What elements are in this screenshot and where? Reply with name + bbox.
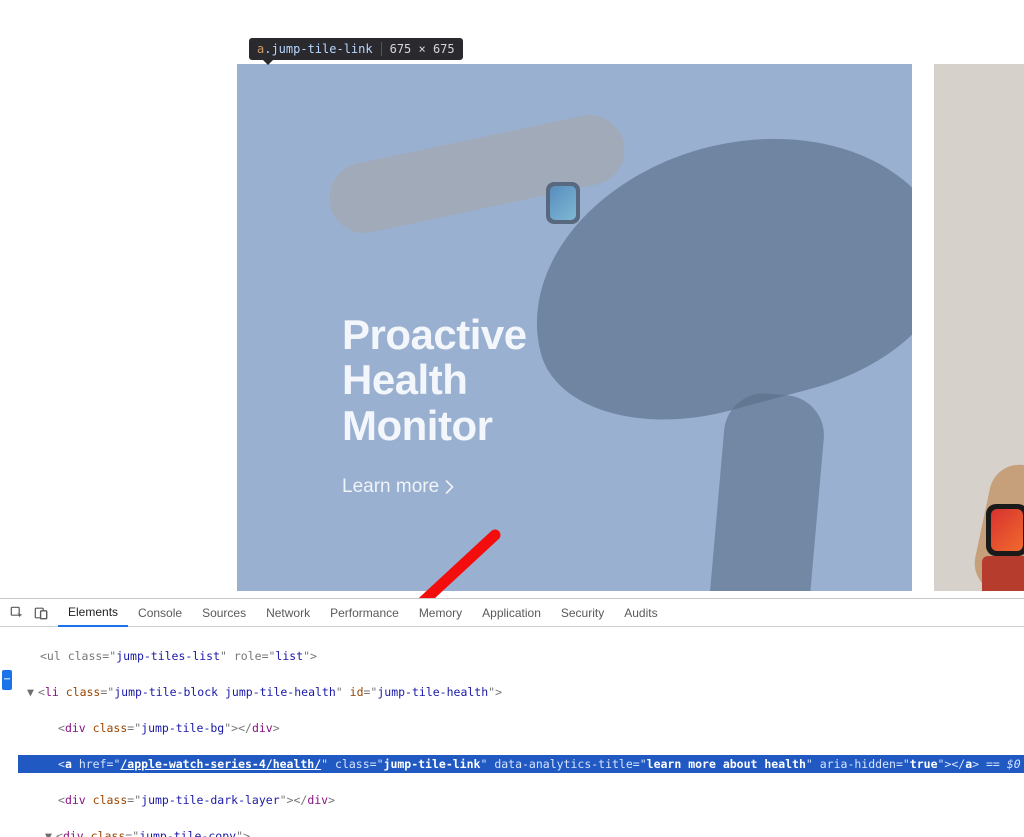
tab-performance[interactable]: Performance <box>320 599 409 626</box>
watch-band <box>982 556 1024 591</box>
breakpoint-gutter-icon[interactable]: ⋯ <box>2 670 12 690</box>
watch-icon <box>986 504 1024 556</box>
elements-tree[interactable]: ⋯ <ul class="jump-tiles-list" role="list… <box>0 627 1024 837</box>
inspector-hover-tooltip: a.jump-tile-link 675 × 675 <box>249 38 463 60</box>
learn-more-label: Learn more <box>342 476 439 498</box>
dom-row-selected[interactable]: <a href="/apple-watch-series-4/health/" … <box>18 755 1024 773</box>
headline-line: Health <box>342 356 467 403</box>
devtools-tabstrip: Elements Console Sources Network Perform… <box>0 599 1024 627</box>
dom-row[interactable]: <ul class="jump-tiles-list" role="list"> <box>18 647 1024 665</box>
jump-tile-health[interactable]: Proactive Health Monitor Learn more <box>237 64 912 591</box>
inspect-element-icon[interactable] <box>10 606 24 620</box>
devtools-panel: Elements Console Sources Network Perform… <box>0 598 1024 837</box>
tab-audits[interactable]: Audits <box>614 599 667 626</box>
dom-row[interactable]: ▼<li class="jump-tile-block jump-tile-he… <box>18 683 1024 701</box>
learn-more-link[interactable]: Learn more <box>342 476 454 498</box>
tab-sources[interactable]: Sources <box>192 599 256 626</box>
tooltip-dimensions: 675 × 675 <box>381 42 455 56</box>
tab-network[interactable]: Network <box>256 599 320 626</box>
device-toolbar-icon[interactable] <box>34 606 48 620</box>
chevron-right-icon <box>445 480 454 494</box>
tab-memory[interactable]: Memory <box>409 599 472 626</box>
tooltip-class: .jump-tile-link <box>264 42 372 56</box>
tab-application[interactable]: Application <box>472 599 551 626</box>
page-viewport: Proactive Health Monitor Learn more U V … <box>0 0 1024 598</box>
tile-headline: Proactive Health Monitor <box>342 312 527 448</box>
tile-row: Proactive Health Monitor Learn more U V … <box>237 64 1024 591</box>
tab-elements[interactable]: Elements <box>58 599 128 627</box>
href-value[interactable]: /apple-watch-series-4/health/ <box>120 757 321 771</box>
dom-row[interactable]: <div class="jump-tile-dark-layer"></div> <box>18 791 1024 809</box>
headline-line: Proactive <box>342 311 527 358</box>
headline-line: Monitor <box>342 402 492 449</box>
jump-tile-next[interactable]: U V P L <box>934 64 1024 591</box>
inspect-highlight-overlay <box>237 64 912 591</box>
tab-console[interactable]: Console <box>128 599 192 626</box>
dom-row[interactable]: <div class="jump-tile-bg"></div> <box>18 719 1024 737</box>
dom-row[interactable]: ▼<div class="jump-tile-copy"> <box>18 827 1024 837</box>
tile-copy: Proactive Health Monitor Learn more <box>342 312 527 498</box>
tab-security[interactable]: Security <box>551 599 614 626</box>
